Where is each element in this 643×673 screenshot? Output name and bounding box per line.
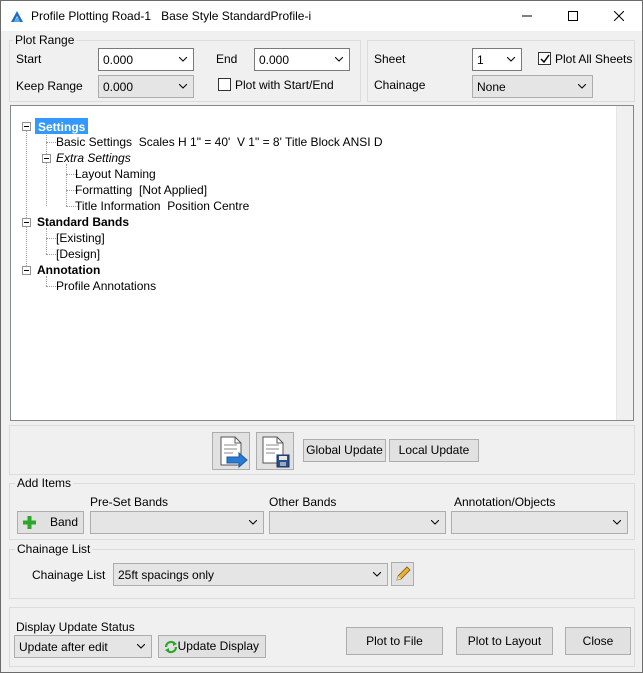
save-button[interactable] — [256, 432, 294, 470]
add-band-button[interactable]: Band — [17, 511, 84, 534]
tree-node-settings[interactable]: Settings — [35, 118, 89, 134]
annotation-objects-combo[interactable] — [451, 511, 628, 534]
end-combo[interactable]: 0.000 — [254, 48, 350, 71]
export-document-icon — [220, 436, 248, 469]
preset-bands-combo[interactable] — [90, 511, 264, 534]
refresh-icon — [164, 640, 178, 654]
tree-node-annotation[interactable]: Annotation — [37, 262, 100, 278]
chevron-down-icon — [249, 520, 257, 525]
minimize-icon — [522, 15, 532, 17]
app-logo-icon — [11, 11, 23, 22]
chevron-down-icon — [613, 520, 621, 525]
profile-plotting-window: Profile Plotting Road-1 Base Style Stand… — [0, 0, 643, 673]
tree-node-existing[interactable]: [Existing] — [56, 230, 105, 246]
window-title: Profile Plotting Road-1 Base Style Stand… — [31, 9, 312, 23]
tree-node-design[interactable]: [Design] — [56, 246, 100, 262]
start-value: 0.000 — [103, 53, 134, 67]
plot-start-end-checkbox[interactable] — [218, 78, 231, 91]
tree-node-standard-bands[interactable]: Standard Bands — [37, 214, 129, 230]
annotation-objects-label: Annotation/Objects — [454, 495, 556, 509]
chainage-list-value: 25ft spacings only — [118, 568, 215, 582]
tree-scrollbar[interactable] — [616, 106, 633, 420]
chevron-down-icon — [578, 84, 586, 89]
chevron-down-icon — [137, 644, 145, 649]
collapse-standard-bands-icon[interactable] — [22, 218, 31, 227]
tree-node-formatting[interactable]: Formatting [Not Applied] — [75, 182, 207, 198]
minimize-button[interactable] — [504, 1, 550, 31]
title-bar: Profile Plotting Road-1 Base Style Stand… — [1, 1, 642, 31]
maximize-button[interactable] — [550, 1, 596, 31]
local-update-button[interactable]: Local Update — [389, 439, 479, 462]
tree-node-profile-annotations[interactable]: Profile Annotations — [56, 278, 156, 294]
collapse-annotation-icon[interactable] — [22, 266, 31, 275]
pencil-icon — [396, 566, 411, 581]
end-label: End — [216, 52, 238, 66]
close-window-button[interactable] — [596, 1, 642, 31]
plot-range-label: Plot Range — [13, 33, 77, 47]
chainage-list-group-label: Chainage List — [15, 542, 93, 556]
keep-range-combo[interactable]: 0.000 — [98, 75, 194, 98]
add-items-label: Add Items — [15, 476, 74, 490]
display-mode-value: Update after edit — [19, 640, 108, 654]
edit-chainage-button[interactable] — [391, 562, 414, 586]
chevron-down-icon — [507, 57, 515, 62]
chainage-list-combo[interactable]: 25ft spacings only — [113, 563, 388, 586]
tree-node-title-information[interactable]: Title Information Position Centre — [75, 198, 249, 214]
display-update-label: Display Update Status — [16, 620, 135, 634]
close-button[interactable]: Close — [565, 627, 631, 655]
chevron-down-icon — [335, 57, 343, 62]
chevron-down-icon — [179, 57, 187, 62]
checkmark-icon — [540, 54, 550, 64]
sheet-label: Sheet — [374, 52, 406, 66]
plot-start-end-label: Plot with Start/End — [235, 78, 334, 92]
plot-to-layout-button[interactable]: Plot to Layout — [456, 627, 553, 655]
chainage-combo[interactable]: None — [472, 75, 593, 98]
global-update-button[interactable]: Global Update — [303, 439, 386, 462]
display-mode-combo[interactable]: Update after edit — [14, 635, 152, 658]
preset-bands-label: Pre-Set Bands — [90, 495, 169, 509]
chevron-down-icon — [431, 520, 439, 525]
tree-node-extra-settings[interactable]: Extra Settings — [56, 150, 131, 166]
settings-tree[interactable]: Settings Basic Settings Scales H 1" = 40… — [10, 105, 634, 421]
plus-icon — [23, 516, 36, 529]
band-button-label: Band — [49, 515, 78, 529]
keep-range-value: 0.000 — [103, 80, 134, 94]
end-value: 0.000 — [259, 53, 290, 67]
plot-all-sheets-checkbox[interactable] — [538, 52, 551, 65]
keep-range-label: Keep Range — [16, 79, 83, 93]
update-display-label: Update Display — [177, 639, 259, 653]
sheet-combo[interactable]: 1 — [472, 48, 522, 71]
other-bands-label: Other Bands — [269, 495, 337, 509]
chevron-down-icon — [179, 84, 187, 89]
start-label: Start — [16, 52, 42, 66]
other-bands-combo[interactable] — [269, 511, 446, 534]
close-icon — [614, 11, 624, 21]
plot-all-sheets-label: Plot All Sheets — [555, 52, 633, 66]
collapse-settings-icon[interactable] — [22, 122, 31, 131]
plot-to-file-button[interactable]: Plot to File — [346, 627, 443, 655]
start-combo[interactable]: 0.000 — [98, 48, 194, 71]
export-button[interactable] — [212, 432, 250, 470]
tree-node-layout-naming[interactable]: Layout Naming — [75, 166, 156, 182]
chevron-down-icon — [373, 572, 381, 577]
sheet-value: 1 — [477, 53, 484, 67]
chainage-list-label: Chainage List — [32, 568, 106, 582]
update-display-button[interactable]: Update Display — [158, 635, 266, 658]
save-document-icon — [262, 436, 290, 468]
collapse-extra-settings-icon[interactable] — [42, 154, 51, 163]
tree-node-basic-settings[interactable]: Basic Settings Scales H 1" = 40' V 1" = … — [56, 134, 383, 150]
maximize-icon — [568, 11, 578, 21]
chainage-value: None — [477, 80, 506, 94]
chainage-label: Chainage — [374, 78, 426, 92]
